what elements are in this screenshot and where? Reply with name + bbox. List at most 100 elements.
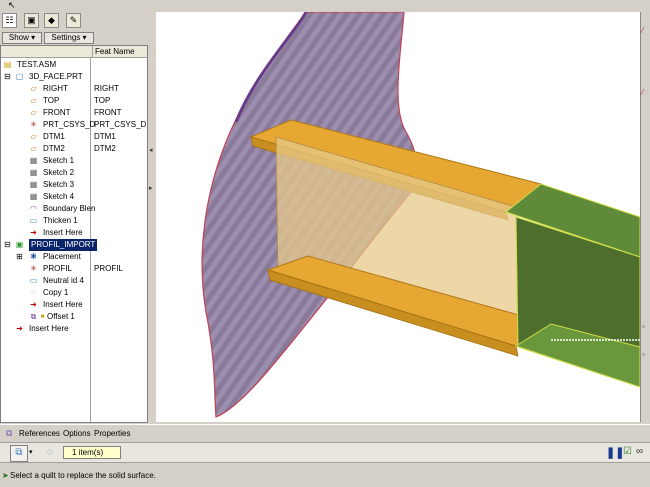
tree-item-label: Insert Here [43, 300, 83, 309]
tree-item-label: PROFIL_IMPORT [29, 239, 98, 251]
tool-icon[interactable]: ◦ [642, 322, 645, 331]
tab-options[interactable]: Options [63, 429, 91, 438]
component-part-icon: ▣ [15, 240, 24, 249]
tree-item-dtm1[interactable]: ▱ DTM1 DTM1 [3, 131, 147, 143]
cursor-selector-icon[interactable]: ↖ [8, 0, 16, 10]
tree-item-prt-csys[interactable]: ✳ PRT_CSYS_D PRT_CSYS_DEF [3, 119, 147, 131]
feat-name-cell: FRONT [94, 108, 122, 117]
right-toolbar: ⁄ ⁄ ◦ ◦ [640, 12, 650, 422]
dashboard-slideup-tabs: ⧉ References Options Properties [0, 424, 650, 443]
tree-item-top[interactable]: ▱ TOP TOP [3, 95, 147, 107]
feature-dashboard: ⧉ ▾ ◌ 1 item(s) ❚❚ ☑ ∞ [0, 442, 650, 463]
tree-toolbar: Show ▾ Settings ▾ [0, 31, 148, 45]
tree-item-label: PRT_CSYS_D [43, 120, 96, 129]
feat-name-cell: PROFIL [94, 264, 123, 273]
coordinate-system-icon: ✳ [30, 120, 37, 129]
folder-browser-icon[interactable]: ▣ [24, 13, 39, 28]
tree-item-label: TOP [43, 96, 60, 105]
tool-icon[interactable]: ◦ [642, 350, 645, 359]
show-menu-button[interactable]: Show ▾ [2, 32, 42, 44]
dropdown-arrow-icon[interactable]: ▾ [29, 448, 33, 456]
model-tree-icon[interactable]: ☷ [2, 13, 17, 28]
datum-tool-icon[interactable]: ⁄ [642, 26, 643, 35]
tab-references[interactable]: References [19, 429, 60, 438]
tab-properties[interactable]: Properties [94, 429, 130, 438]
tree-item-label: FRONT [43, 108, 71, 117]
replace-type-icon[interactable]: ⧉ [10, 445, 28, 462]
thicken-icon: ▭ [29, 216, 38, 225]
message-bar: ➤ Select a quilt to replace the solid su… [0, 462, 650, 487]
tree-item-profil[interactable]: ✳ PROFIL PROFIL [3, 263, 147, 275]
copy-quilt-icon: ◌ [31, 288, 36, 297]
settings-menu-button[interactable]: Settings ▾ [44, 32, 94, 44]
datum-plane-icon: ▱ [30, 144, 37, 153]
sketch-icon: ▦ [29, 180, 38, 189]
assembly-icon: ▤ [3, 60, 12, 69]
sketch-icon: ▦ [29, 192, 38, 201]
panel-splitter[interactable]: ◂ ▸ [148, 12, 156, 424]
tree-item-right[interactable]: ▱ RIGHT RIGHT [3, 83, 147, 95]
tree-item-label: Thicken 1 [43, 216, 78, 225]
expand-plus-icon[interactable]: ⊞ [15, 253, 24, 261]
pause-icon[interactable]: ❚❚ [606, 446, 624, 459]
sketch-icon: ▦ [29, 168, 38, 177]
datum-plane-icon: ▱ [30, 108, 37, 117]
tree-item-label: RIGHT [43, 84, 68, 93]
datum-plane-icon: ▱ [30, 132, 37, 141]
tree-item-label: Copy 1 [43, 288, 69, 297]
offset-feature-icon: ⧉ [6, 428, 13, 438]
top-strip: ↖ [0, 0, 152, 12]
tree-item-3d-face-prt[interactable]: ⊟ ▢ 3D_FACE.PRT [3, 71, 147, 83]
prompt-arrow-icon: ➤ [2, 471, 9, 480]
feat-name-cell: TOP [94, 96, 111, 105]
tree-item-label: Boundary Blen [43, 204, 96, 213]
expand-minus-icon[interactable]: ⊟ [3, 73, 12, 81]
feat-name-cell: RIGHT [94, 84, 119, 93]
navigator-tabs: ☷ ▣ ◆ ✎ [0, 12, 152, 30]
boundary-blend-icon: ◠ [30, 204, 37, 213]
insert-here-arrow-icon: ➜ [30, 300, 37, 309]
sketch-icon: ▦ [29, 156, 38, 165]
tree-item-label: Offset 1 [47, 312, 75, 321]
tree-item-label: Sketch 2 [43, 168, 75, 177]
model-tree: Feat Name ▤ TEST.ASM ⊟ ▢ 3D_FACE.PRT ▱ R… [0, 45, 148, 423]
tree-item-label: Sketch 1 [43, 156, 75, 165]
expand-right-arrow-icon[interactable]: ▸ [149, 184, 153, 192]
coordinate-system-icon: ✳ [30, 264, 37, 273]
tree-item-label: Insert Here [43, 228, 83, 237]
tree-item-dtm2[interactable]: ▱ DTM2 DTM2 [3, 143, 147, 155]
tree-item-label: Insert Here [29, 324, 69, 333]
part-icon: ▢ [15, 72, 24, 81]
connections-icon[interactable]: ✎ [66, 13, 81, 28]
tree-item-front[interactable]: ▱ FRONT FRONT [3, 107, 147, 119]
expand-minus-icon[interactable]: ⊟ [3, 241, 12, 249]
datum-plane-icon: ▱ [30, 84, 37, 93]
tree-item-label: Neutral id 4 [43, 276, 84, 285]
import-feature-icon: ▭ [29, 276, 38, 285]
tree-item-label: DTM2 [43, 144, 65, 153]
tree-column-header: Feat Name [1, 46, 147, 58]
tree-item-label: PROFIL [43, 264, 72, 273]
datum-plane-icon: ▱ [30, 96, 37, 105]
offset-feature-icon: ⧉ [30, 312, 37, 321]
feat-name-column-header[interactable]: Feat Name [92, 46, 135, 57]
graphics-viewport[interactable] [156, 12, 640, 422]
tree-item-label: Sketch 3 [43, 180, 75, 189]
insert-here-arrow-icon: ➜ [30, 228, 37, 237]
quilt-collector-field[interactable]: 1 item(s) [63, 446, 121, 459]
tree-item-label: Sketch 4 [43, 192, 75, 201]
sketch-tool-icon[interactable]: ⁄ [642, 88, 643, 97]
tree-item-label: Placement [43, 252, 81, 261]
model-3d-view[interactable] [156, 12, 640, 422]
feat-name-cell: DTM1 [94, 132, 116, 141]
preview-checkbox[interactable]: ☑ [623, 446, 632, 457]
favorites-icon[interactable]: ◆ [44, 13, 59, 28]
status-message: Select a quilt to replace the solid surf… [10, 471, 156, 480]
tree-item-label: DTM1 [43, 132, 65, 141]
placement-icon: ✱ [30, 252, 37, 261]
feat-name-cell: PRT_CSYS_DEF [94, 120, 147, 129]
insert-here-arrow-icon: ➜ [16, 324, 23, 333]
quilt-collector-icon: ◌ [47, 447, 53, 458]
glasses-preview-icon[interactable]: ∞ [636, 446, 643, 457]
collapse-left-arrow-icon[interactable]: ◂ [149, 146, 153, 154]
